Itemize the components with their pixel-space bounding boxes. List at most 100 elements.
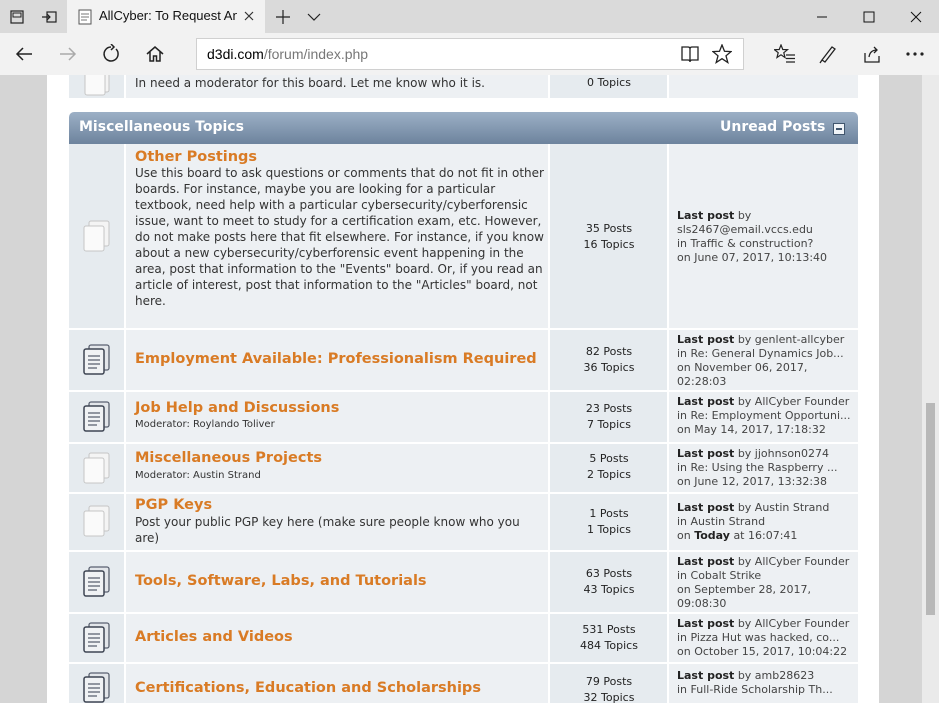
collapse-category-icon[interactable] (833, 123, 845, 135)
forward-arrow-icon[interactable] (46, 33, 90, 75)
close-tab-icon[interactable] (241, 8, 257, 24)
board-row-partial: In need a moderator for this board. Let … (69, 75, 858, 98)
board-stats-cell: 79 Posts 32 Topics (550, 664, 668, 703)
address-bar[interactable]: d3di.com/forum/index.php (196, 38, 744, 70)
board-lastpost-cell: Last post by jjohnson0274 in Re: Using t… (669, 444, 858, 492)
board-icon-cell (69, 392, 125, 442)
maximize-icon[interactable] (846, 0, 892, 33)
board-title-link[interactable]: Miscellaneous Projects (135, 450, 322, 466)
last-post-topic-link[interactable]: in Re: Employment Opportuni... (677, 409, 855, 423)
favorites-hub-icon[interactable] (763, 33, 807, 75)
tab-title: AllCyber: To Request An (99, 8, 237, 23)
board-title-link[interactable]: Employment Available: Professionalism Re… (135, 351, 537, 367)
web-notes-pen-icon[interactable] (806, 33, 850, 75)
board-new-posts-icon (83, 672, 110, 703)
url-text: d3di.com/forum/index.php (207, 46, 368, 62)
board-topics-count: 43 Topics (583, 583, 635, 596)
last-post-author-link[interactable]: by genlent-allcyber (738, 333, 844, 346)
board-icon-cell (69, 144, 125, 328)
last-post-topic-link[interactable]: in Pizza Hut was hacked, co... (677, 631, 855, 645)
board-description: In need a moderator for this board. Let … (135, 76, 485, 90)
set-tabs-aside-icon[interactable] (34, 0, 64, 33)
category-title[interactable]: Miscellaneous Topics (79, 119, 244, 135)
last-post-author-link[interactable]: by Austin Strand (738, 501, 830, 514)
last-post-topic-link[interactable]: in Austin Strand (677, 515, 855, 529)
last-post-label: Last post (677, 447, 735, 460)
last-post-time: at 16:07:41 (733, 529, 798, 542)
board-title-link[interactable]: PGP Keys (135, 497, 212, 513)
favorite-star-icon[interactable] (712, 44, 732, 64)
last-post-author-link[interactable]: by amb28623 (738, 669, 814, 682)
board-row: Other Postings Use this board to ask que… (69, 144, 858, 328)
board-row: Certifications, Education and Scholarshi… (69, 664, 858, 703)
url-domain: d3di.com (207, 46, 264, 62)
share-icon[interactable] (850, 33, 894, 75)
browser-tab[interactable]: AllCyber: To Request An (67, 0, 265, 33)
board-topics-count: 16 Topics (583, 238, 635, 251)
last-post-date: on November 06, 2017, (677, 361, 808, 374)
last-post-date: on June 12, 2017, 13:32:38 (677, 475, 828, 488)
board-stats-cell: 82 Posts 36 Topics (550, 330, 668, 390)
board-description: Use this board to ask questions or comme… (135, 166, 544, 308)
last-post-topic-link[interactable]: in Full-Ride Scholarship Th... (677, 683, 855, 697)
scrollbar-thumb[interactable] (926, 403, 935, 615)
board-no-new-posts-icon (83, 452, 110, 484)
board-stats-cell: 531 Posts 484 Topics (550, 614, 668, 662)
board-posts-count: 1 Posts (589, 507, 629, 520)
category-header: Miscellaneous Topics Unread Posts (69, 112, 858, 144)
last-post-topic-link[interactable]: in Traffic & construction? (677, 237, 855, 251)
last-post-author-link[interactable]: by jjohnson0274 (738, 447, 829, 460)
url-path: /forum/index.php (263, 46, 369, 62)
last-post-topic-link[interactable]: in Cobalt Strike (677, 569, 855, 583)
last-post-author-link[interactable]: by AllCyber Founder (738, 555, 849, 568)
last-post-label: Last post (677, 209, 735, 222)
board-lastpost-cell: Last post by AllCyber Founder in Pizza H… (669, 614, 858, 662)
tab-overview-icon[interactable] (2, 0, 32, 33)
last-post-author-link[interactable]: sls2467@email.vccs.edu (677, 223, 855, 237)
board-topics-count: 1 Topics (587, 523, 631, 536)
board-posts-count: 531 Posts (582, 623, 636, 636)
minimize-icon[interactable] (799, 0, 845, 33)
tab-preview-chevron-icon[interactable] (299, 0, 329, 33)
page-favicon-icon (78, 9, 92, 25)
board-stats-cell: 1 Posts 1 Topics (550, 494, 668, 550)
board-topics-count: 2 Topics (587, 468, 631, 481)
board-posts-count: 79 Posts (585, 675, 633, 688)
board-stats-cell: 5 Posts 2 Topics (550, 444, 668, 492)
board-row: Tools, Software, Labs, and Tutorials 63 … (69, 552, 858, 612)
browser-navbar: d3di.com/forum/index.php (0, 33, 939, 75)
board-icon-cell (69, 664, 125, 703)
home-icon[interactable] (133, 33, 177, 75)
board-row: PGP Keys Post your public PGP key here (… (69, 494, 858, 550)
last-post-author-link[interactable]: by AllCyber Founder (738, 617, 849, 630)
back-arrow-icon[interactable] (2, 33, 46, 75)
last-post-info: Last post by AllCyber Founder in Pizza H… (677, 617, 855, 659)
board-title-link[interactable]: Tools, Software, Labs, and Tutorials (135, 573, 427, 589)
new-tab-icon[interactable] (268, 0, 298, 33)
board-title-link[interactable]: Certifications, Education and Scholarshi… (135, 680, 481, 696)
page-viewport: In need a moderator for this board. Let … (0, 75, 939, 703)
reading-view-icon[interactable] (680, 45, 700, 63)
board-row: Articles and Videos 531 Posts 484 Topics… (69, 614, 858, 662)
board-info-cell: Tools, Software, Labs, and Tutorials (126, 552, 549, 612)
board-lastpost-cell: Last post by sls2467@email.vccs.edu in T… (669, 144, 858, 328)
board-title-link[interactable]: Other Postings (135, 149, 257, 165)
board-row: Miscellaneous Projects Moderator: Austin… (69, 444, 858, 492)
board-topics-count: 32 Topics (583, 691, 635, 703)
more-menu-icon[interactable] (893, 33, 937, 75)
last-post-author-link[interactable]: by AllCyber Founder (738, 395, 849, 408)
last-post-date: on October 15, 2017, 10:04:22 (677, 645, 848, 658)
last-post-info: Last post by jjohnson0274 in Re: Using t… (677, 447, 855, 489)
board-title-link[interactable]: Job Help and Discussions (135, 400, 339, 416)
refresh-icon[interactable] (89, 33, 133, 75)
board-new-posts-icon (83, 401, 110, 432)
last-post-topic-link[interactable]: in Re: Using the Raspberry ... (677, 461, 855, 475)
close-window-icon[interactable] (893, 0, 939, 33)
board-lastpost-cell: Last post by genlent-allcyber in Re: Gen… (669, 330, 858, 390)
last-post-topic-link[interactable]: in Re: General Dynamics Job... (677, 347, 855, 361)
last-post-on: on (677, 529, 691, 542)
board-title-link[interactable]: Articles and Videos (135, 629, 293, 645)
unread-posts-link[interactable]: Unread Posts (720, 119, 825, 135)
last-post-date: on June 07, 2017, 10:13:40 (677, 251, 828, 264)
page-scrollbar[interactable] (922, 75, 939, 703)
